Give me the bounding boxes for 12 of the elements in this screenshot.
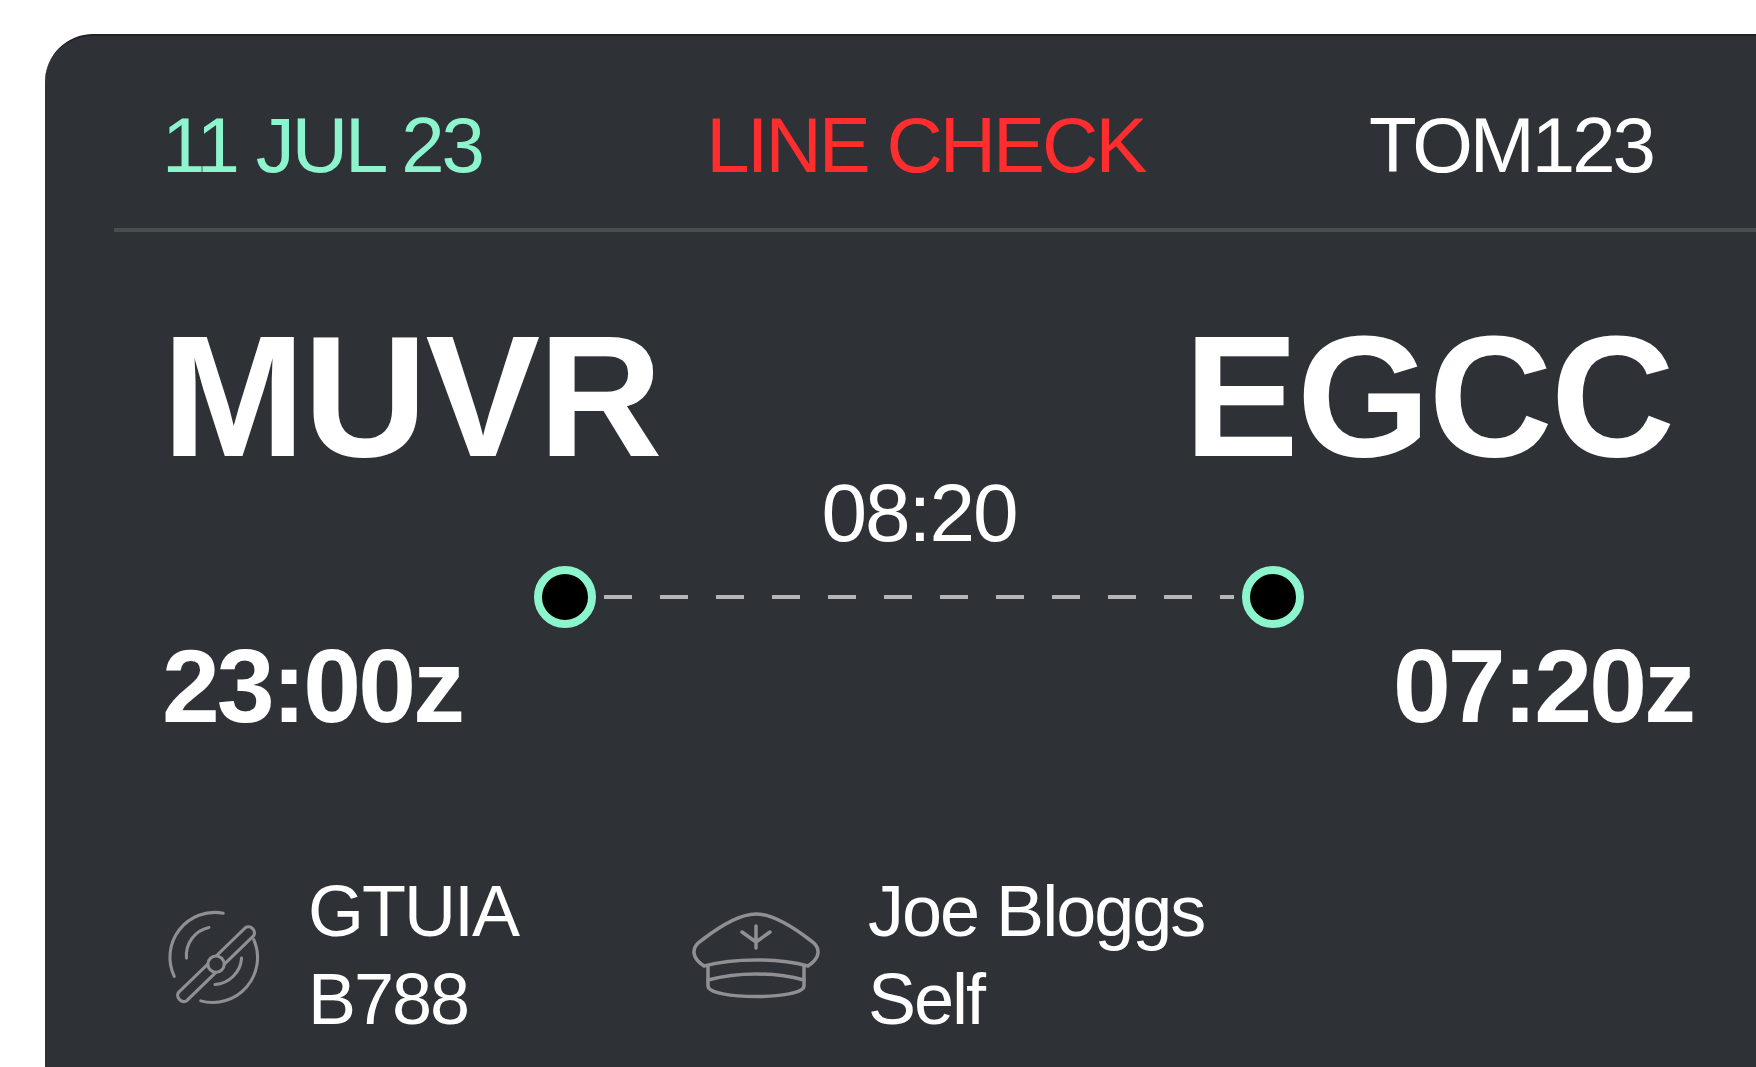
check-type: LINE CHECK xyxy=(706,106,1145,184)
arrival-time: 07:20z xyxy=(1393,634,1693,738)
destination-code: EGCC xyxy=(1184,310,1673,482)
flight-duration: 08:20 xyxy=(821,472,1017,554)
aircraft-type: B788 xyxy=(308,957,470,1041)
aircraft-registration: GTUIA xyxy=(308,870,518,953)
crew-role: Self xyxy=(868,957,986,1041)
origin-code: MUVR xyxy=(162,310,661,482)
flight-date: 11 JUL 23 xyxy=(162,106,482,184)
flight-number: TOM123 xyxy=(1368,106,1653,184)
crew-name: Joe Bloggs xyxy=(868,870,1205,953)
departure-time: 23:00z xyxy=(162,634,462,738)
